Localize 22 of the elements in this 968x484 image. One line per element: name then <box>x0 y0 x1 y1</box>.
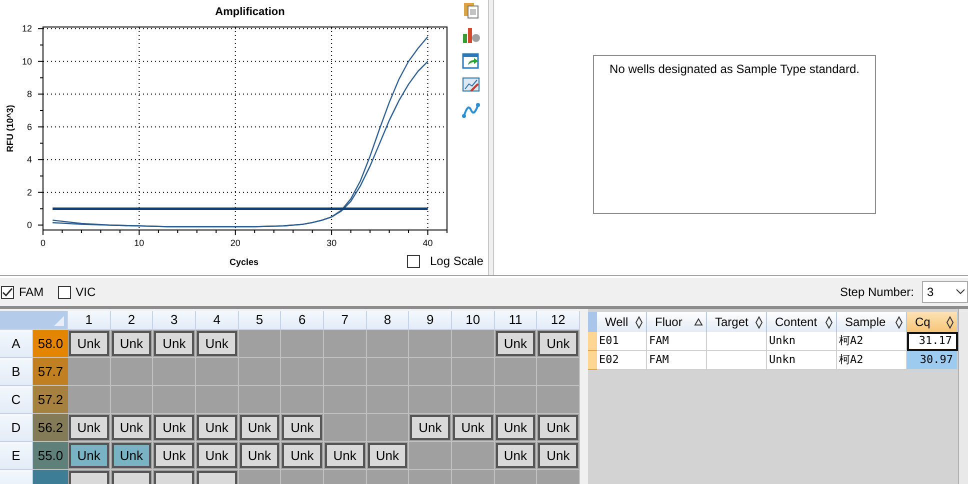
axis-tick-label: 2 <box>26 187 32 198</box>
x-axis-label: Cycles <box>229 257 259 267</box>
axis-tick-label: 4 <box>26 154 32 165</box>
axis-tick-label: 6 <box>26 122 32 132</box>
standard-curve-message: No wells designated as Sample Type standard. <box>593 55 876 214</box>
axis-tick-label: 10 <box>22 56 32 66</box>
axis-tick-label: 8 <box>26 89 32 100</box>
axis-tick-label: 0 <box>40 238 46 248</box>
axis-tick-label: 20 <box>230 238 240 248</box>
axis-tick-label: 0 <box>26 220 32 230</box>
axis-tick-label: 30 <box>326 238 337 248</box>
step-number-label: Step Number: <box>840 284 914 301</box>
temperature-cell: 57.2 <box>33 386 68 414</box>
temperature-cell: 57.7 <box>33 358 68 386</box>
temperature-cell: 58.0 <box>33 330 68 358</box>
chart-title: Amplification <box>215 6 285 18</box>
axis-tick-label: 12 <box>22 24 32 34</box>
y-axis-label: RFU (10^3) <box>5 104 15 152</box>
temperature-cell: 56.2 <box>33 414 68 442</box>
temperature-cell: 55.0 <box>33 442 68 470</box>
axis-tick-label: 10 <box>134 238 144 248</box>
axis-tick-label: 40 <box>422 238 433 248</box>
